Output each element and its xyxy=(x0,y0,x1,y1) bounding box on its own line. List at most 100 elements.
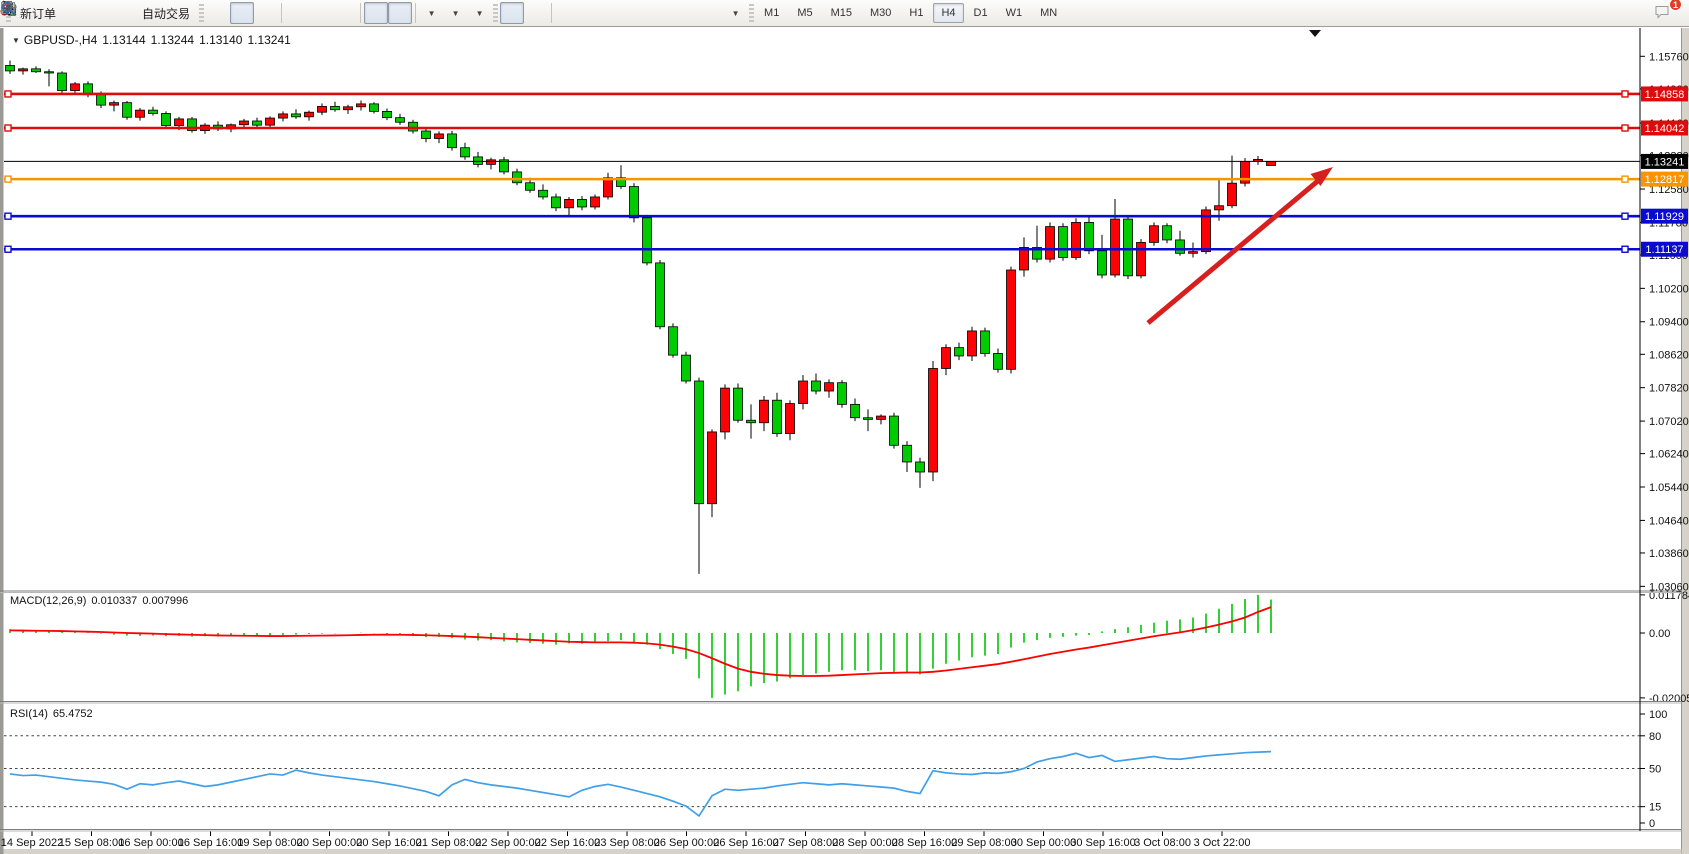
candle-body xyxy=(513,172,522,183)
candle-body xyxy=(1085,222,1094,250)
chart-shift-marker-icon xyxy=(1309,30,1321,37)
candle-body xyxy=(136,110,145,117)
chart-area[interactable]: 1.157601.149801.141601.133801.125801.117… xyxy=(0,28,1689,854)
toolbar-drag-handle[interactable] xyxy=(493,4,498,22)
candle-body xyxy=(162,113,171,125)
candle-body xyxy=(734,388,743,420)
macd-axis-label: 0.011784 xyxy=(1649,590,1689,602)
timeframe-button-mn[interactable]: MN xyxy=(1032,3,1065,23)
timeframe-button-m5[interactable]: M5 xyxy=(789,3,820,23)
candle-body xyxy=(6,65,15,70)
candle-body xyxy=(812,381,821,391)
periods-button[interactable]: ▼ xyxy=(443,2,467,24)
time-axis-label: 3 Oct 08:00 xyxy=(1134,837,1191,849)
auto-scroll-button[interactable] xyxy=(364,2,388,24)
fibonacci-tool-button[interactable]: F xyxy=(651,2,675,24)
candle-body xyxy=(149,110,158,113)
time-axis-label: 29 Sep 08:00 xyxy=(951,837,1016,849)
equidistant-channel-tool-button[interactable]: E xyxy=(627,2,651,24)
candle-body xyxy=(786,404,795,434)
vertical-line-tool-button[interactable] xyxy=(555,2,579,24)
search-button[interactable] xyxy=(1623,2,1647,24)
candle-body xyxy=(903,445,912,462)
timeframe-button-h1[interactable]: H1 xyxy=(901,3,931,23)
candle-body xyxy=(396,118,405,123)
timeframe-group: M1M5M15M30H1H4D1W1MN xyxy=(756,3,1065,23)
price-badge-label: 1.14042 xyxy=(1645,123,1685,135)
horizontal-line-tool-button[interactable] xyxy=(579,2,603,24)
arrows-tool-button[interactable]: ▼ xyxy=(723,2,747,24)
timeframe-button-m1[interactable]: M1 xyxy=(756,3,787,23)
left-window-edge xyxy=(0,28,4,854)
candle-body xyxy=(1163,226,1172,240)
tile-windows-button[interactable] xyxy=(333,2,357,24)
candle-body xyxy=(604,178,613,197)
candle-body xyxy=(32,69,41,72)
candle-body xyxy=(422,131,431,139)
toolbar-drag-handle[interactable] xyxy=(749,4,754,22)
candle-body xyxy=(1176,240,1185,253)
profile-button[interactable] xyxy=(87,2,111,24)
zoom-out-button[interactable] xyxy=(309,2,333,24)
candle-body xyxy=(266,118,275,125)
new-chart-button[interactable]: ▼ xyxy=(419,2,443,24)
timeframe-button-h4[interactable]: H4 xyxy=(933,3,963,23)
candle-body xyxy=(916,462,925,472)
low-value: 1.13140 xyxy=(199,33,242,47)
candle-body xyxy=(877,416,886,419)
candle-body xyxy=(760,400,769,423)
timeframe-button-w1[interactable]: W1 xyxy=(998,3,1031,23)
auto-trading-button[interactable]: 自动交易 xyxy=(135,2,197,24)
bottom-window-edge xyxy=(4,849,1682,854)
time-axis-label: 16 Sep 16:00 xyxy=(178,837,243,849)
candle-body xyxy=(1150,226,1159,243)
notifications-button[interactable]: 1 xyxy=(1653,2,1677,24)
level-handle xyxy=(1622,125,1628,131)
time-axis-label: 30 Sep 00:00 xyxy=(1011,837,1076,849)
price-badge-label: 1.11929 xyxy=(1645,211,1684,223)
signals-button[interactable] xyxy=(111,2,135,24)
time-axis-label: 30 Sep 16:00 xyxy=(1070,837,1135,849)
candle-body xyxy=(240,121,249,125)
toolbar-separator xyxy=(281,3,282,23)
macd-signal-line xyxy=(10,607,1271,676)
price-tick-label: 1.08620 xyxy=(1649,349,1689,361)
candle-body xyxy=(1059,227,1068,258)
candle-body xyxy=(929,368,938,472)
price-tick-label: 1.10200 xyxy=(1649,283,1689,295)
price-tick-label: 1.06240 xyxy=(1649,449,1689,461)
bar-chart-mode-button[interactable] xyxy=(206,2,230,24)
cursor-tool-button[interactable] xyxy=(500,2,524,24)
price-tick-label: 1.07820 xyxy=(1649,383,1689,395)
candle-body xyxy=(526,183,535,191)
zoom-in-button[interactable] xyxy=(285,2,309,24)
new-order-button[interactable]: 新订单 xyxy=(13,2,63,24)
timeframe-button-d1[interactable]: D1 xyxy=(966,3,996,23)
close-value: 1.13241 xyxy=(247,33,290,47)
toolbar-drag-handle[interactable] xyxy=(199,4,204,22)
line-chart-mode-button[interactable] xyxy=(254,2,278,24)
candle-body xyxy=(643,218,652,263)
chart-shift-button[interactable] xyxy=(388,2,412,24)
candle-body xyxy=(1007,270,1016,369)
candle-body xyxy=(1137,242,1146,275)
timeframe-button-m30[interactable]: M30 xyxy=(862,3,899,23)
time-axis-label: 20 Sep 16:00 xyxy=(356,837,421,849)
trendline-tool-button[interactable] xyxy=(603,2,627,24)
candle-body xyxy=(97,95,106,105)
text-label-tool-button[interactable]: T xyxy=(699,2,723,24)
crosshair-tool-button[interactable] xyxy=(524,2,548,24)
indicators-button[interactable]: ▼ xyxy=(467,2,491,24)
timeframe-button-m15[interactable]: M15 xyxy=(823,3,860,23)
chart-canvas[interactable]: 1.157601.149801.141601.133801.125801.117… xyxy=(0,28,1689,854)
candle-body xyxy=(838,383,847,405)
candlestick-mode-button[interactable] xyxy=(230,2,254,24)
candle-body xyxy=(825,383,834,391)
candle-body xyxy=(1267,161,1276,165)
toolbar: 新订单 自动交 xyxy=(0,0,1689,27)
market-watch-button[interactable] xyxy=(63,2,87,24)
text-tool-button[interactable]: A xyxy=(675,2,699,24)
rsi-axis-label: 0 xyxy=(1649,818,1655,830)
level-handle xyxy=(5,91,11,97)
candle-body xyxy=(539,190,548,197)
